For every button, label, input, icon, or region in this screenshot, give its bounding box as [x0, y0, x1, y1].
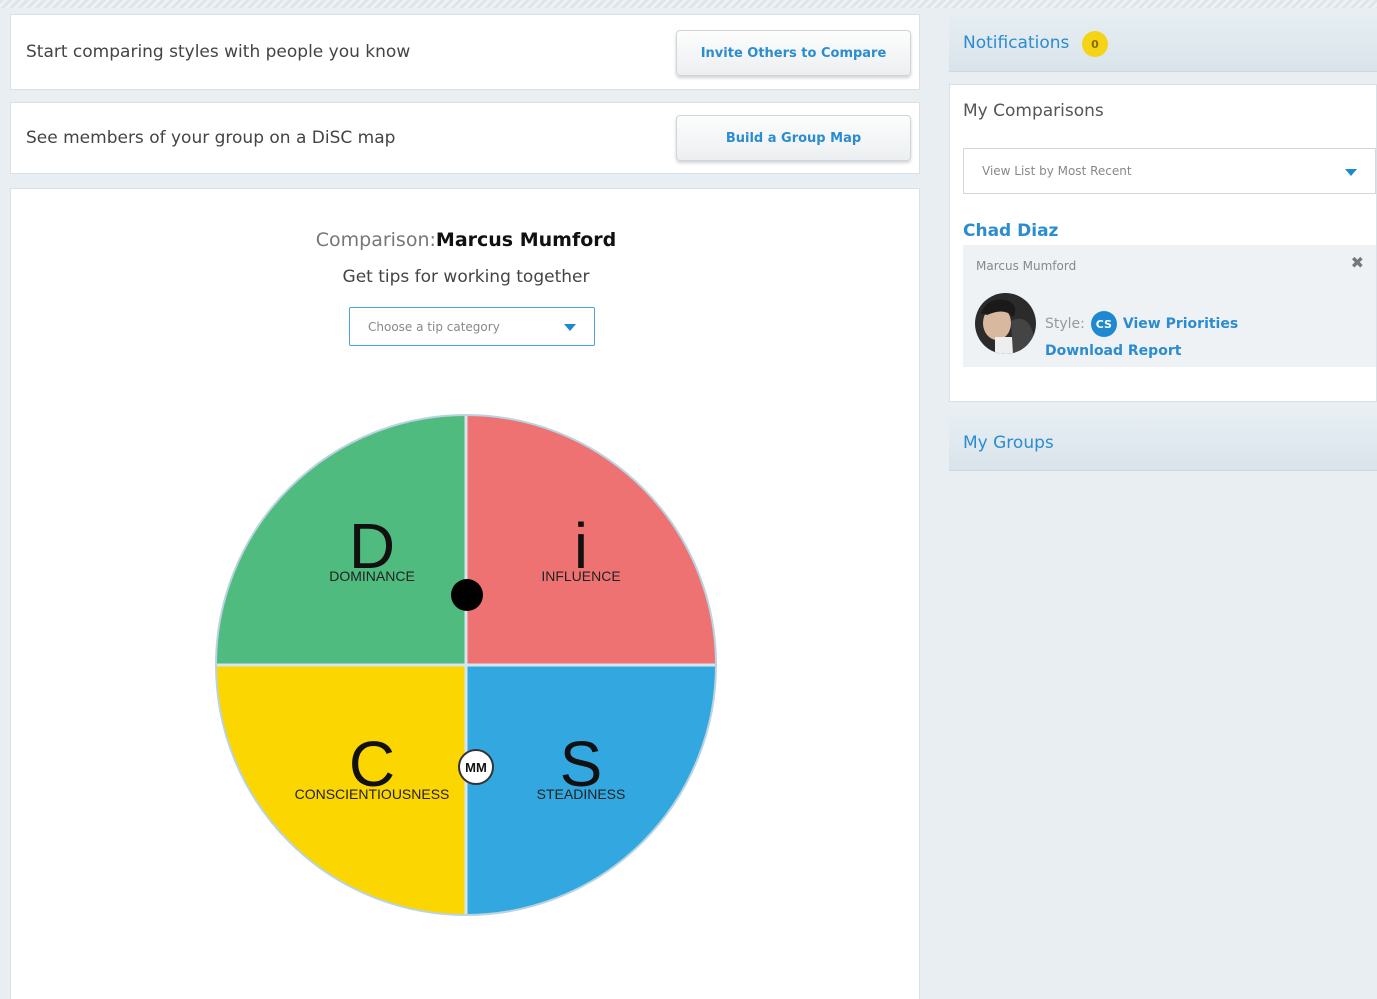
- avatar: [975, 293, 1036, 354]
- label-conscientiousness: CONSCIENTIOUSNESS: [295, 786, 450, 802]
- comparison-panel: Comparison:Marcus Mumford Get tips for w…: [10, 188, 920, 999]
- quadrant-influence: [466, 415, 716, 665]
- notifications-label: Notifications: [963, 33, 1070, 53]
- style-row: Style: CS View Priorities: [1045, 311, 1238, 337]
- comparison-entry-card: Marcus Mumford ✖ Style: CS View Prioriti…: [963, 245, 1376, 367]
- chevron-down-icon: [564, 324, 576, 331]
- view-priorities-link[interactable]: View Priorities: [1123, 316, 1238, 332]
- label-steadiness: STEADINESS: [537, 786, 626, 802]
- my-groups-bar[interactable]: My Groups: [949, 415, 1377, 471]
- my-comparisons-panel: My Comparisons View List by Most Recent …: [949, 84, 1377, 402]
- top-border-strip: [0, 0, 1377, 8]
- label-dominance: DOMINANCE: [329, 568, 415, 584]
- tip-category-placeholder: Choose a tip category: [368, 319, 500, 334]
- comparison-entry-name[interactable]: Chad Diaz: [963, 221, 1058, 241]
- comparison-person-name: Marcus Mumford: [435, 229, 617, 251]
- style-badge: CS: [1090, 311, 1117, 337]
- marker-initials: MM: [465, 760, 487, 775]
- quadrant-dominance: [216, 415, 466, 665]
- comparison-entry-subtitle: Marcus Mumford: [976, 259, 1077, 273]
- comparison-sort-value: View List by Most Recent: [982, 164, 1132, 178]
- build-group-map-button[interactable]: Build a Group Map: [676, 115, 911, 161]
- comparison-prefix: Comparison:: [315, 229, 436, 251]
- compare-promo-card: Start comparing styles with people you k…: [10, 14, 920, 90]
- chevron-down-icon: [1345, 169, 1357, 176]
- comparison-title: Comparison:Marcus Mumford: [11, 229, 921, 251]
- tips-heading: Get tips for working together: [342, 267, 590, 287]
- comparison-person-marker[interactable]: MM: [458, 749, 494, 785]
- my-groups-label: My Groups: [963, 433, 1054, 453]
- download-report-link[interactable]: Download Report: [1045, 343, 1181, 359]
- style-label: Style:: [1045, 316, 1085, 332]
- invite-others-button[interactable]: Invite Others to Compare: [676, 30, 911, 76]
- label-influence: INFLUENCE: [541, 568, 620, 584]
- my-comparisons-title: My Comparisons: [963, 101, 1104, 121]
- your-style-dot: [451, 579, 483, 611]
- disc-map: D DOMINANCE i INFLUENCE C CONSCIENTIOUSN…: [215, 414, 717, 916]
- close-icon[interactable]: ✖: [1351, 253, 1364, 272]
- notifications-bar[interactable]: Notifications 0: [949, 14, 1377, 72]
- compare-promo-text: Start comparing styles with people you k…: [26, 42, 411, 62]
- group-map-promo-card: See members of your group on a DiSC map …: [10, 102, 920, 174]
- notification-count-badge: 0: [1082, 31, 1108, 57]
- group-map-promo-text: See members of your group on a DiSC map: [26, 128, 396, 148]
- tip-category-select[interactable]: Choose a tip category: [349, 307, 595, 346]
- comparison-sort-select[interactable]: View List by Most Recent: [963, 148, 1376, 194]
